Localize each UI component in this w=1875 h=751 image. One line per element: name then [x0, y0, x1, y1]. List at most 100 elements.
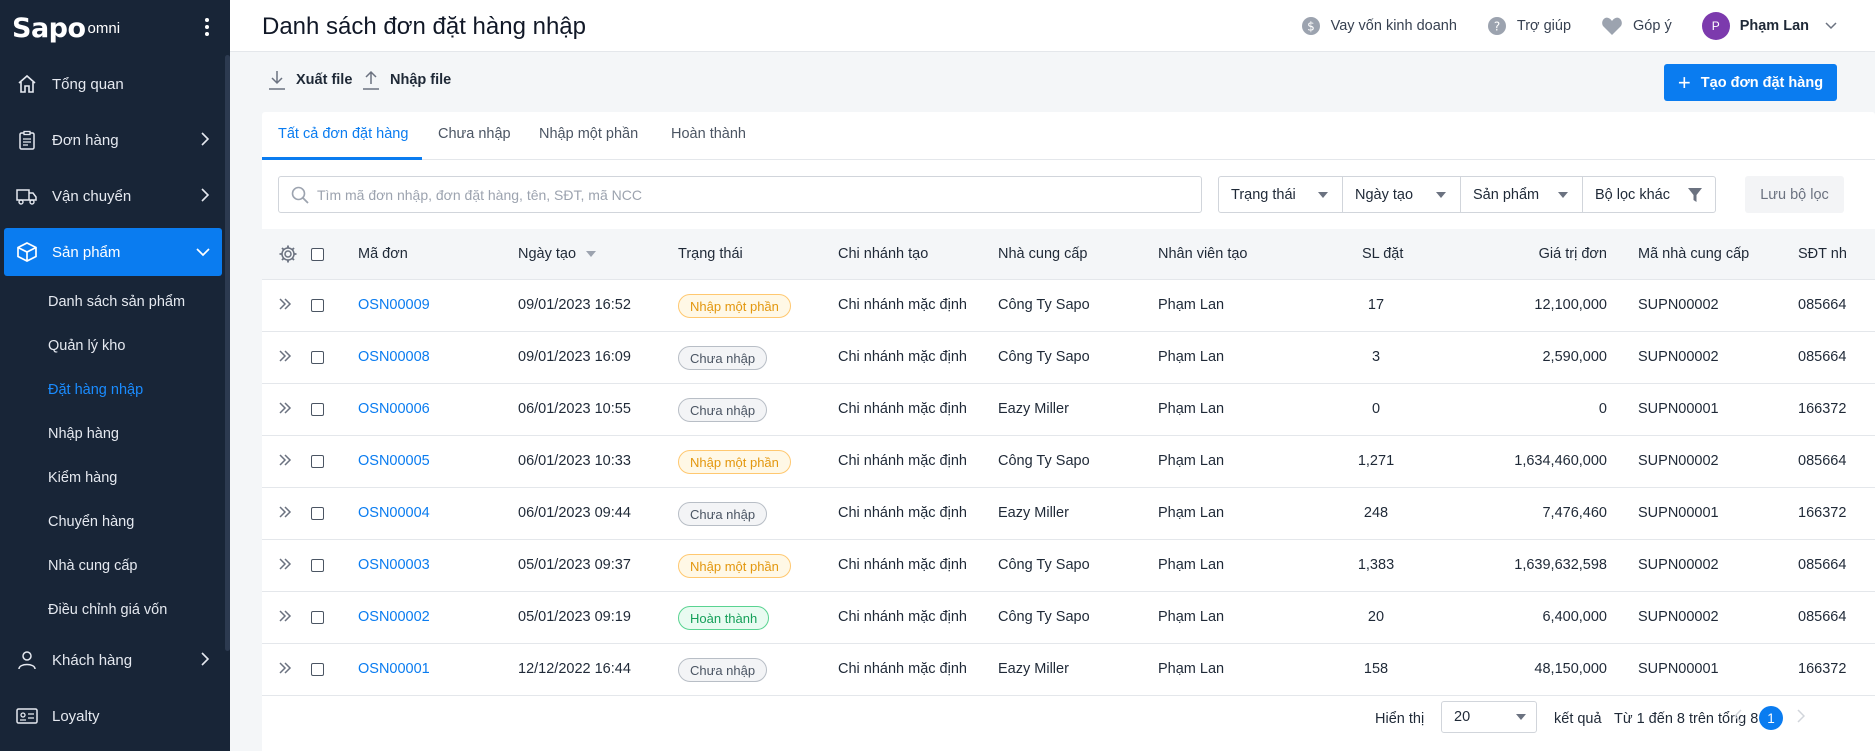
- row-checkbox[interactable]: [311, 663, 324, 676]
- user-menu[interactable]: P Phạm Lan: [1701, 12, 1837, 40]
- help-circle-icon: ?: [1487, 16, 1507, 36]
- filter-more[interactable]: Bộ lọc khác: [1583, 177, 1715, 212]
- expand-row-icon[interactable]: [278, 297, 292, 311]
- sidebar-subitem-suppliers[interactable]: Nhà cung cấp: [0, 544, 230, 588]
- table-row[interactable]: OSN00002 05/01/2023 09:19 Hoàn thành Chi nh…: [262, 592, 1875, 644]
- staff: Phạm Lan: [1158, 557, 1225, 573]
- expand-row-icon[interactable]: [278, 609, 292, 623]
- supplier: Eazy Miller: [998, 505, 1069, 521]
- sidebar-item-loyalty[interactable]: Loyalty: [0, 688, 230, 744]
- row-checkbox[interactable]: [311, 455, 324, 468]
- business-loan-link[interactable]: $ Vay vốn kinh doanh: [1301, 16, 1457, 36]
- row-checkbox[interactable]: [311, 507, 324, 520]
- branch: Chi nhánh mặc định: [838, 401, 967, 417]
- caret-down-icon: [1516, 711, 1526, 720]
- expand-row-icon[interactable]: [278, 661, 292, 675]
- order-code-link[interactable]: OSN00009: [358, 297, 430, 313]
- filter-created-date[interactable]: Ngày tạo: [1343, 177, 1461, 212]
- order-quantity: 20: [1367, 609, 1385, 625]
- table-row[interactable]: OSN00003 05/01/2023 09:37 Nhập một phần Chi…: [262, 540, 1875, 592]
- sidebar-subitem-transfer[interactable]: Chuyển hàng: [0, 500, 230, 544]
- table-row[interactable]: OSN00006 06/01/2023 10:55 Chưa nhập Chi nhá…: [262, 384, 1875, 436]
- help-label: Trợ giúp: [1516, 18, 1572, 34]
- sidebar-subitem-inventory[interactable]: Quản lý kho: [0, 324, 230, 368]
- create-order-button[interactable]: + Tạo đơn đặt hàng: [1664, 64, 1837, 101]
- order-code-link[interactable]: OSN00005: [358, 453, 430, 469]
- order-code-link[interactable]: OSN00002: [358, 609, 430, 625]
- caret-down-icon: [1558, 191, 1568, 198]
- table-row[interactable]: OSN00001 12/12/2022 16:44 Chưa nhập Chi nhá…: [262, 644, 1875, 696]
- sidebar-scrollbar[interactable]: [225, 55, 230, 651]
- row-checkbox[interactable]: [311, 611, 324, 624]
- tab-not-received[interactable]: Chưa nhập: [438, 126, 511, 142]
- kebab-menu-icon[interactable]: [204, 18, 210, 38]
- chevron-left-icon[interactable]: [1734, 709, 1742, 723]
- sidebar-subitem-stock-check[interactable]: Kiểm hàng: [0, 456, 230, 500]
- row-checkbox[interactable]: [311, 559, 324, 572]
- supplier-code: SUPN00002: [1638, 609, 1719, 625]
- search-input[interactable]: [317, 186, 1177, 203]
- filter-status[interactable]: Trạng thái: [1219, 177, 1343, 212]
- order-code-link[interactable]: OSN00001: [358, 661, 430, 677]
- sidebar-item-label: Vận chuyển: [52, 187, 132, 205]
- select-all-checkbox[interactable]: [311, 248, 324, 261]
- staff: Phạm Lan: [1158, 349, 1225, 365]
- expand-row-icon[interactable]: [278, 505, 292, 519]
- clipboard-icon: [16, 129, 38, 151]
- tab-completed[interactable]: Hoàn thành: [671, 126, 746, 142]
- expand-row-icon[interactable]: [278, 557, 292, 571]
- staff: Phạm Lan: [1158, 609, 1225, 625]
- order-code-link[interactable]: OSN00008: [358, 349, 430, 365]
- show-label: Hiển thị: [1375, 711, 1425, 727]
- filter-label: Sản phẩm: [1473, 186, 1540, 203]
- table-row[interactable]: OSN00005 06/01/2023 10:33 Nhập một phần Chi…: [262, 436, 1875, 488]
- row-checkbox[interactable]: [311, 299, 324, 312]
- order-code-link[interactable]: OSN00006: [358, 401, 430, 417]
- filter-product[interactable]: Sản phẩm: [1461, 177, 1583, 212]
- feedback-link[interactable]: Góp ý: [1601, 16, 1672, 36]
- branch: Chi nhánh mặc định: [838, 661, 967, 677]
- chevron-down-icon: [196, 244, 210, 261]
- branch: Chi nhánh mặc định: [838, 505, 967, 521]
- chevron-right-icon[interactable]: [1797, 709, 1805, 723]
- export-file-button[interactable]: Xuất file: [268, 70, 352, 90]
- branch: Chi nhánh mặc định: [838, 609, 967, 625]
- table-row[interactable]: OSN00004 06/01/2023 09:44 Chưa nhập Chi nhá…: [262, 488, 1875, 540]
- feedback-label: Góp ý: [1633, 18, 1672, 34]
- supplier: Công Ty Sapo: [998, 349, 1090, 365]
- order-code-link[interactable]: OSN00003: [358, 557, 430, 573]
- row-checkbox[interactable]: [311, 351, 324, 364]
- page-number-current[interactable]: 1: [1759, 706, 1783, 730]
- row-checkbox[interactable]: [311, 403, 324, 416]
- expand-row-icon[interactable]: [278, 349, 292, 363]
- help-link[interactable]: ? Trợ giúp: [1487, 16, 1571, 36]
- sidebar-subitem-cost-adjust[interactable]: Điều chỉnh giá vốn: [0, 588, 230, 632]
- status-badge: Chưa nhập: [678, 346, 768, 370]
- supplier-phone: 085664: [1798, 297, 1847, 313]
- sidebar-item-products[interactable]: Sản phẩm: [4, 228, 222, 276]
- sidebar-item-label: Loyalty: [52, 707, 100, 725]
- search-box: [278, 176, 1202, 213]
- save-filter-button[interactable]: Lưu bộ lọc: [1745, 176, 1844, 213]
- column-header-sortable[interactable]: Ngày tạo: [518, 246, 597, 262]
- sidebar-subitem-receive-goods[interactable]: Nhập hàng: [0, 412, 230, 456]
- sidebar-item-overview[interactable]: Tổng quan: [0, 56, 230, 112]
- order-quantity: 3: [1371, 349, 1381, 365]
- table-row[interactable]: OSN00008 09/01/2023 16:09 Chưa nhập Chi nhá…: [262, 332, 1875, 384]
- tab-partially-received[interactable]: Nhập một phần: [539, 126, 638, 142]
- sidebar-item-customers[interactable]: Khách hàng: [0, 632, 230, 688]
- page-size-select[interactable]: 20: [1441, 701, 1537, 733]
- sidebar-item-shipping[interactable]: Vận chuyển: [0, 168, 230, 224]
- sidebar-subitem-purchase-orders[interactable]: Đặt hàng nhập: [0, 368, 230, 412]
- import-file-label: Nhập file: [390, 72, 452, 88]
- expand-row-icon[interactable]: [278, 401, 292, 415]
- gear-icon[interactable]: [278, 244, 298, 264]
- sidebar-item-orders[interactable]: Đơn hàng: [0, 112, 230, 168]
- order-code-link[interactable]: OSN00004: [358, 505, 430, 521]
- table-row[interactable]: OSN00009 09/01/2023 16:52 Nhập một phần Chi…: [262, 280, 1875, 332]
- expand-row-icon[interactable]: [278, 453, 292, 467]
- tab-all-orders[interactable]: Tất cả đơn đặt hàng: [278, 126, 408, 142]
- import-file-button[interactable]: Nhập file: [362, 70, 451, 90]
- sidebar-subitem-product-list[interactable]: Danh sách sản phẩm: [0, 280, 230, 324]
- logo[interactable]: Sapo: [12, 13, 86, 44]
